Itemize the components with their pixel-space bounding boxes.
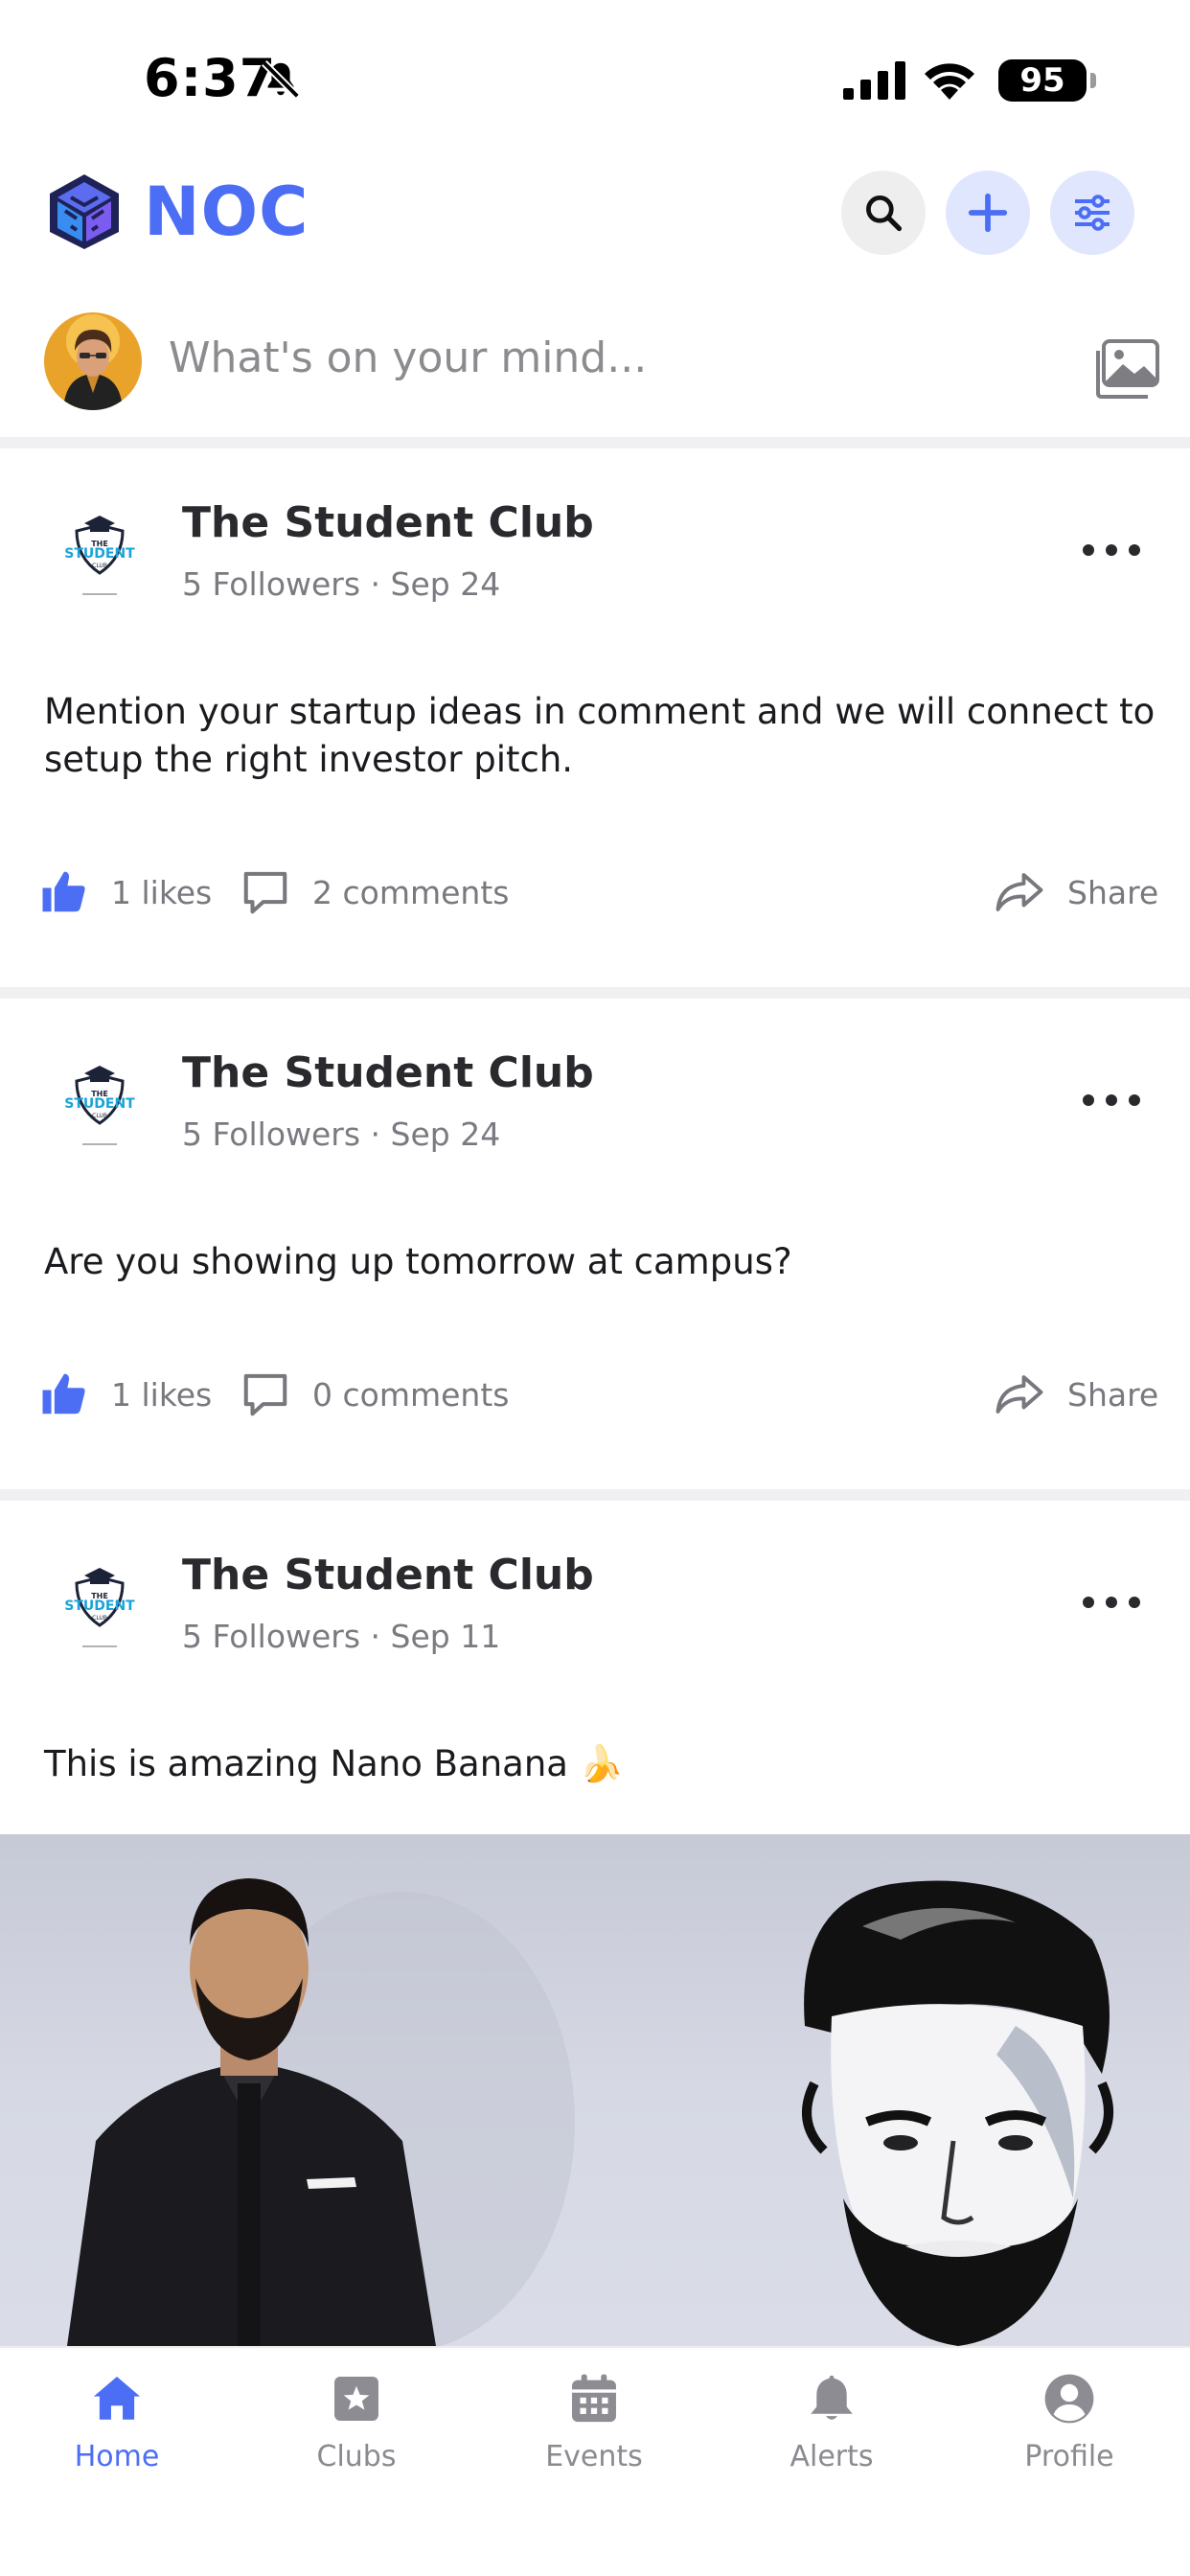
svg-text:CLUB: CLUB <box>92 1615 107 1622</box>
bell-icon <box>811 2375 853 2420</box>
nav-label: Profile <box>1024 2440 1114 2473</box>
divider <box>0 987 1190 999</box>
post-date: Sep 24 <box>390 565 501 603</box>
post-date: Sep 24 <box>390 1116 501 1153</box>
wifi-icon <box>925 63 974 100</box>
post-card: THE STUDENT CLUB The Student Club 5 Foll… <box>0 999 1190 1489</box>
svg-text:CLUB: CLUB <box>92 1113 107 1119</box>
post-image[interactable] <box>0 1834 1190 2346</box>
nav-home[interactable]: Home <box>40 2371 194 2473</box>
post-meta: 5 Followers · Sep 24 <box>182 1116 501 1153</box>
followers-count: 5 Followers <box>182 565 361 603</box>
composer-input[interactable]: What's on your mind... <box>169 334 647 382</box>
clubs-icon <box>334 2377 378 2421</box>
likes-count: 1 likes <box>111 873 213 911</box>
profile-icon <box>1044 2374 1094 2424</box>
add-post-button[interactable] <box>946 171 1030 255</box>
app-title: NOC <box>144 172 309 251</box>
nav-label: Clubs <box>316 2440 397 2473</box>
divider <box>0 1489 1190 1501</box>
filter-button[interactable] <box>1050 171 1134 255</box>
app-header: NOC <box>0 153 1190 278</box>
share-icon <box>995 1375 1043 1414</box>
more-options-icon[interactable] <box>1079 540 1144 560</box>
share-label: Share <box>1067 873 1159 911</box>
like-button[interactable]: 1 likes <box>38 1368 212 1420</box>
share-button[interactable]: Share <box>993 1368 1158 1420</box>
sliders-icon <box>1075 195 1110 231</box>
divider <box>0 437 1190 448</box>
status-time: 6:37 <box>144 48 277 108</box>
nav-events[interactable]: Events <box>517 2371 671 2473</box>
club-logo[interactable]: THE STUDENT CLUB <box>44 1043 155 1154</box>
post-text: Are you showing up tomorrow at campus? <box>44 1241 792 1282</box>
plus-icon <box>968 193 1008 233</box>
more-options-icon[interactable] <box>1079 1593 1144 1612</box>
nav-alerts[interactable]: Alerts <box>755 2371 908 2473</box>
post-text: Mention your startup ideas in comment an… <box>44 691 1156 780</box>
post-card: THE STUDENT CLUB The Student Club 5 Foll… <box>0 1501 1190 1834</box>
thumbs-up-icon <box>42 1373 85 1414</box>
comment-icon <box>243 1373 287 1416</box>
post-date: Sep 11 <box>390 1618 501 1655</box>
post-text: This is amazing Nano Banana 🍌 <box>44 1743 624 1784</box>
club-logo[interactable]: THE STUDENT CLUB <box>44 493 155 604</box>
more-options-icon[interactable] <box>1079 1091 1144 1110</box>
comments-count: 0 comments <box>312 1375 510 1414</box>
share-button[interactable]: Share <box>993 866 1158 918</box>
followers-count: 5 Followers <box>182 1116 361 1153</box>
nav-profile[interactable]: Profile <box>993 2371 1146 2473</box>
comments-count: 2 comments <box>312 873 510 911</box>
club-name[interactable]: The Student Club <box>182 498 594 547</box>
comment-button[interactable]: 0 comments <box>240 1368 509 1420</box>
search-icon <box>866 196 903 232</box>
svg-text:STUDENT: STUDENT <box>64 1598 135 1614</box>
nav-clubs[interactable]: Clubs <box>280 2371 433 2473</box>
post-card: THE STUDENT CLUB The Student Club 5 Foll… <box>0 448 1190 987</box>
share-icon <box>995 873 1043 911</box>
post-meta: 5 Followers · Sep 24 <box>182 565 501 603</box>
likes-count: 1 likes <box>111 1375 213 1414</box>
club-name[interactable]: The Student Club <box>182 1551 594 1599</box>
post-meta: 5 Followers · Sep 11 <box>182 1618 501 1655</box>
followers-count: 5 Followers <box>182 1618 361 1655</box>
logo-icon <box>50 174 119 249</box>
thumbs-up-icon <box>42 871 85 912</box>
user-avatar[interactable] <box>44 312 142 410</box>
signal-icon <box>843 61 905 100</box>
bottom-nav: Home Clubs Events Alerts Profile <box>0 2346 1190 2576</box>
gallery-icon[interactable] <box>1090 339 1161 401</box>
like-button[interactable]: 1 likes <box>38 866 212 918</box>
battery-indicator: 95 <box>998 59 1096 102</box>
comment-icon <box>243 871 287 914</box>
comment-button[interactable]: 2 comments <box>240 866 509 918</box>
share-label: Share <box>1067 1375 1159 1414</box>
nav-label: Home <box>74 2440 160 2473</box>
calendar-icon <box>572 2374 616 2423</box>
bell-off-icon <box>262 60 300 99</box>
home-icon <box>93 2377 141 2420</box>
nav-label: Alerts <box>790 2440 874 2473</box>
club-logo[interactable]: THE STUDENT CLUB <box>44 1545 155 1656</box>
nav-label: Events <box>545 2440 643 2473</box>
status-bar: 6:37 95 <box>0 0 1190 153</box>
svg-text:STUDENT: STUDENT <box>64 546 135 562</box>
search-button[interactable] <box>841 171 926 255</box>
post-composer[interactable]: What's on your mind... <box>0 303 1190 426</box>
svg-text:CLUB: CLUB <box>92 563 107 569</box>
svg-text:STUDENT: STUDENT <box>64 1096 135 1112</box>
club-name[interactable]: The Student Club <box>182 1048 594 1097</box>
